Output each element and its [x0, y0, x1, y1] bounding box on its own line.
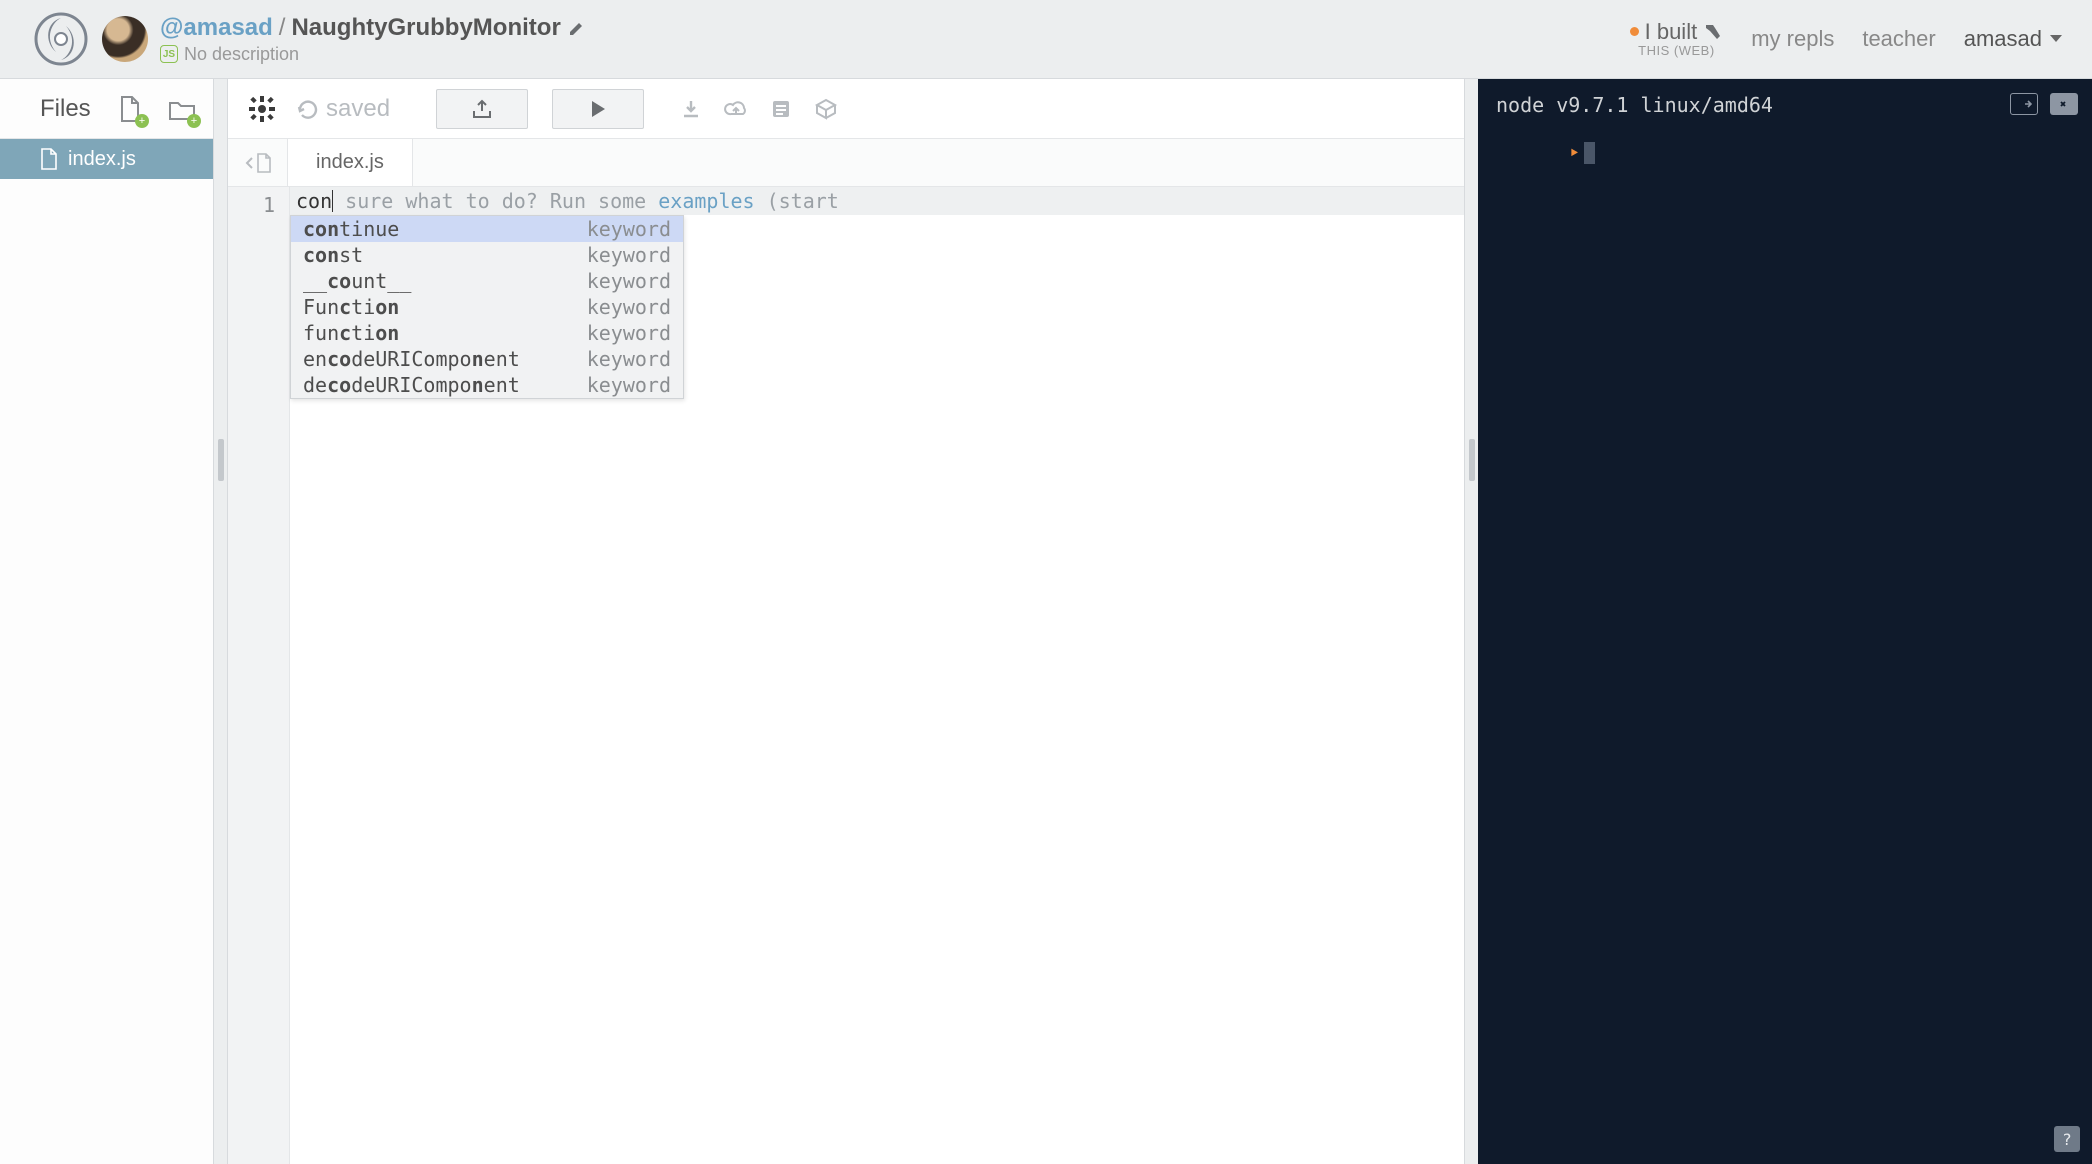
- download-icon: [680, 98, 702, 120]
- code-editor[interactable]: 1 con sure what to do? Run some examples…: [228, 187, 1464, 1164]
- upload-button[interactable]: [724, 99, 748, 119]
- autocomplete-item[interactable]: continuekeyword: [291, 216, 683, 242]
- autocomplete-type: keyword: [587, 216, 671, 242]
- teacher-link[interactable]: teacher: [1862, 26, 1935, 52]
- autocomplete-type: keyword: [587, 320, 671, 346]
- plus-badge-icon: +: [187, 114, 201, 128]
- autocomplete-item[interactable]: decodeURIComponentkeyword: [291, 372, 683, 398]
- edit-title-icon[interactable]: [567, 18, 587, 38]
- header-bar: @amasad/NaughtyGrubbyMonitor JS No descr…: [0, 0, 2092, 79]
- autocomplete-popup[interactable]: continuekeywordconstkeyword__count__keyw…: [290, 215, 684, 399]
- autocomplete-label: const: [303, 242, 587, 268]
- backspace-icon: [2057, 98, 2071, 110]
- cloud-upload-icon: [724, 99, 748, 119]
- file-icon: [40, 148, 58, 170]
- terminal-panel[interactable]: node v9.7.1 linux/amd64 ‣ ?: [1478, 79, 2092, 1164]
- swirl-icon: [34, 12, 88, 66]
- autocomplete-type: keyword: [587, 346, 671, 372]
- autocomplete-type: keyword: [587, 294, 671, 320]
- play-icon: [589, 99, 607, 119]
- document-lines-icon: [770, 99, 792, 119]
- file-item-indexjs[interactable]: index.js: [0, 139, 213, 179]
- right-splitter[interactable]: [1464, 79, 1478, 1164]
- settings-button[interactable]: [248, 95, 276, 123]
- history-icon: [296, 97, 320, 121]
- code-line-1[interactable]: con sure what to do? Run some examples (…: [290, 187, 1464, 215]
- help-button[interactable]: ?: [2054, 1126, 2080, 1152]
- replit-logo[interactable]: [34, 12, 88, 66]
- terminal-prompt-line[interactable]: ‣: [1496, 117, 2074, 189]
- autocomplete-label: continue: [303, 216, 587, 242]
- breadcrumb-project[interactable]: NaughtyGrubbyMonitor: [291, 14, 560, 42]
- plus-badge-icon: +: [135, 114, 149, 128]
- autocomplete-type: keyword: [587, 268, 671, 294]
- user-avatar[interactable]: [102, 16, 148, 62]
- files-sidebar-header: Files + +: [0, 79, 213, 139]
- autocomplete-item[interactable]: constkeyword: [291, 242, 683, 268]
- breadcrumb-username[interactable]: @amasad: [160, 14, 273, 42]
- main-area: Files + + index.js: [0, 79, 2092, 1164]
- chevron-left-icon: [244, 156, 254, 170]
- line-gutter: 1: [228, 187, 290, 1164]
- cube-icon: [814, 97, 838, 121]
- splitter-handle-icon[interactable]: [1469, 439, 1475, 481]
- terminal-clear-button[interactable]: [2050, 93, 2078, 115]
- files-sidebar: Files + + index.js: [0, 79, 214, 1164]
- line-number: 1: [228, 191, 289, 219]
- splitter-handle-icon[interactable]: [218, 439, 224, 481]
- autocomplete-item[interactable]: functionkeyword: [291, 320, 683, 346]
- autocomplete-type: keyword: [587, 242, 671, 268]
- terminal-popout-button[interactable]: [2010, 93, 2038, 115]
- autocomplete-item[interactable]: Functionkeyword: [291, 294, 683, 320]
- terminal-output: node v9.7.1 linux/amd64: [1496, 93, 2074, 117]
- new-file-button[interactable]: +: [113, 92, 147, 126]
- format-button[interactable]: [770, 99, 792, 119]
- autocomplete-label: encodeURIComponent: [303, 346, 587, 372]
- file-icon: [256, 153, 272, 173]
- autocomplete-label: decodeURIComponent: [303, 372, 587, 398]
- autocomplete-label: Function: [303, 294, 587, 320]
- chevron-down-icon: [2050, 35, 2062, 42]
- autocomplete-label: __count__: [303, 268, 587, 294]
- run-button[interactable]: [552, 89, 644, 129]
- i-built-this-link[interactable]: I built THIS (WEB): [1630, 20, 1724, 58]
- packages-button[interactable]: [814, 97, 838, 121]
- saved-status: saved: [296, 95, 390, 123]
- share-button[interactable]: [436, 89, 528, 129]
- language-badge-icon: JS: [160, 45, 178, 63]
- project-description[interactable]: No description: [184, 44, 299, 65]
- download-button[interactable]: [680, 98, 702, 120]
- account-menu[interactable]: amasad: [1964, 26, 2062, 52]
- tab-history-button[interactable]: [228, 139, 288, 186]
- files-title: Files: [40, 95, 91, 123]
- new-folder-button[interactable]: +: [165, 92, 199, 126]
- gear-icon: [248, 95, 276, 123]
- terminal-cursor-icon: [1584, 142, 1595, 164]
- editor-column: saved: [214, 79, 1478, 1164]
- file-name: index.js: [68, 148, 136, 171]
- popout-icon: [2016, 98, 2032, 110]
- share-icon: [470, 99, 494, 119]
- status-dot-icon: [1630, 27, 1639, 36]
- autocomplete-label: function: [303, 320, 587, 346]
- autocomplete-item[interactable]: __count__keyword: [291, 268, 683, 294]
- my-repls-link[interactable]: my repls: [1751, 26, 1834, 52]
- breadcrumb: @amasad/NaughtyGrubbyMonitor JS No descr…: [160, 14, 587, 65]
- tab-indexjs[interactable]: index.js: [288, 139, 413, 186]
- editor-toolbar: saved: [228, 79, 1464, 139]
- editor-tabs: index.js: [228, 139, 1464, 187]
- hammer-icon: [1703, 22, 1723, 42]
- autocomplete-item[interactable]: encodeURIComponentkeyword: [291, 346, 683, 372]
- autocomplete-type: keyword: [587, 372, 671, 398]
- left-splitter[interactable]: [214, 79, 228, 1164]
